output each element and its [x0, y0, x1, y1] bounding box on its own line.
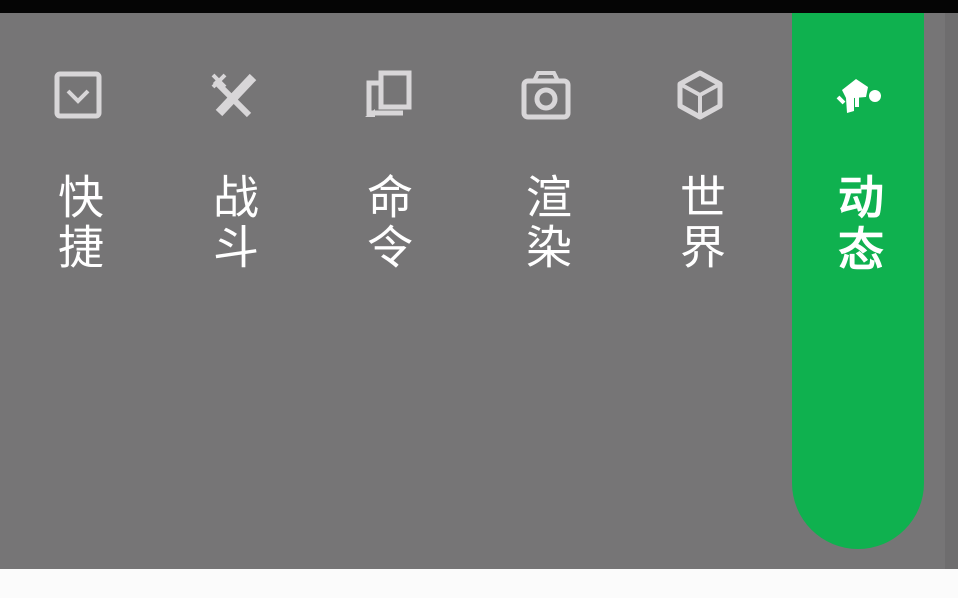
cube-icon [670, 65, 730, 125]
status-bar [0, 0, 958, 13]
panel-edge [945, 13, 958, 569]
running-person-icon [828, 65, 888, 125]
tab-movement[interactable]: 动态 [792, 13, 924, 549]
tab-label: 动态 [831, 173, 885, 277]
tab-quick[interactable]: 快捷 [18, 13, 138, 333]
tab-label: 命令 [360, 173, 414, 273]
crossed-swords-icon [203, 65, 263, 125]
tab-label: 战斗 [206, 173, 260, 273]
tab-label: 世界 [673, 173, 727, 273]
tab-label: 渲染 [519, 173, 573, 273]
tab-command[interactable]: 命令 [327, 13, 447, 333]
tab-label: 快捷 [51, 173, 105, 273]
bottom-strip [0, 569, 958, 598]
tab-combat[interactable]: 战斗 [173, 13, 293, 333]
tab-world[interactable]: 世界 [640, 13, 760, 333]
camera-icon [516, 65, 576, 125]
tab-render[interactable]: 渲染 [486, 13, 606, 333]
checkbox-icon [48, 65, 108, 125]
command-block-icon [357, 65, 417, 125]
